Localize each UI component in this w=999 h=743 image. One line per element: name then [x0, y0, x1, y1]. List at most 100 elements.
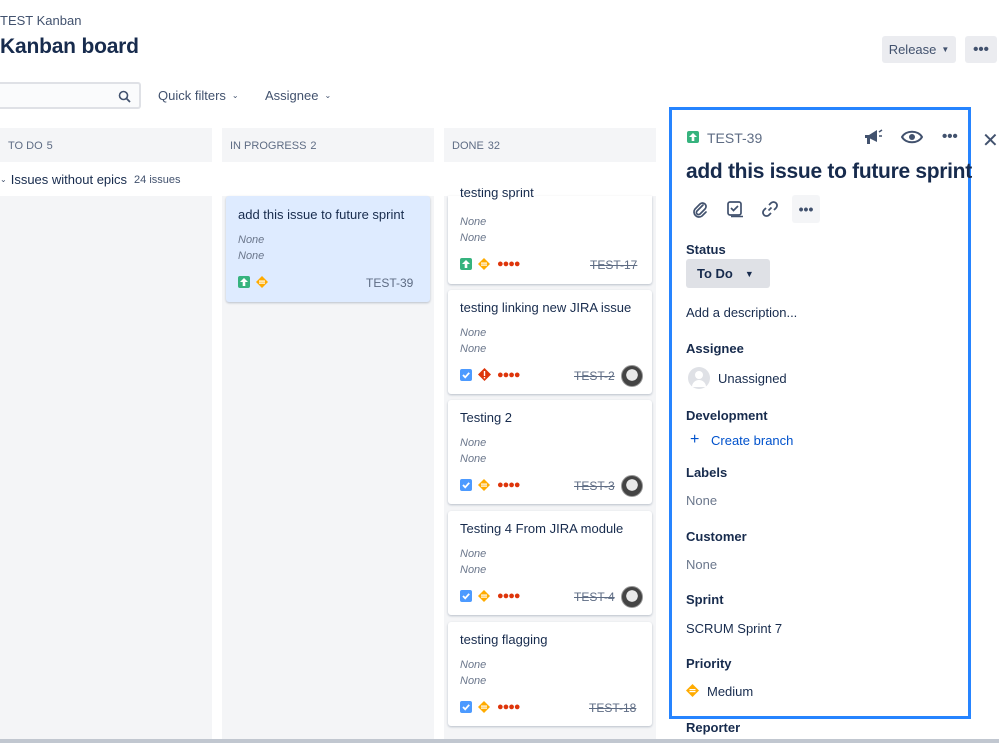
card-field: None	[460, 327, 487, 339]
estimate-dots: ●●●●	[497, 479, 521, 491]
card-key[interactable]: TEST-2	[574, 369, 615, 383]
bottom-status-strip	[0, 739, 999, 743]
subtask-icon	[727, 201, 743, 218]
avatar	[621, 586, 643, 608]
plus-icon: +	[690, 431, 700, 448]
estimate-dots: ●●●●	[497, 590, 521, 602]
card-key[interactable]: TEST-18	[589, 701, 636, 715]
card-field: None	[238, 234, 265, 246]
card-key[interactable]: TEST-4	[574, 590, 615, 604]
customer-value[interactable]: None	[686, 557, 717, 572]
chevron-down-icon: ▼	[941, 45, 950, 54]
status-label: Status	[686, 242, 726, 257]
card-title: Testing 4 From JIRA module	[460, 521, 624, 536]
development-label: Development	[686, 408, 768, 423]
quick-filters-label: Quick filters	[158, 88, 226, 103]
priority-medium-icon	[478, 701, 490, 713]
card-key[interactable]: TEST-3	[574, 479, 615, 493]
card-test-4[interactable]: Testing 4 From JIRA module None None ●●●…	[448, 511, 652, 615]
more-icon: •••	[798, 201, 814, 217]
task-icon	[460, 369, 472, 381]
card-key[interactable]: TEST-39	[366, 276, 413, 290]
column-name: IN PROGRESS	[230, 140, 307, 152]
card-test-39[interactable]: add this issue to future sprint None Non…	[226, 196, 430, 302]
card-field: None	[460, 232, 487, 244]
priority-label: Priority	[686, 656, 732, 671]
release-button[interactable]: Release ▼	[882, 36, 956, 63]
card-field: None	[460, 564, 487, 576]
quick-filters-dropdown[interactable]: Quick filters ⌄	[158, 88, 239, 103]
card-title: add this issue to future sprint	[238, 207, 405, 222]
search-input[interactable]	[0, 82, 141, 109]
watch-eye-icon[interactable]	[901, 129, 923, 145]
issue-key-link[interactable]: TEST-39	[707, 130, 762, 146]
more-icon: •••	[973, 41, 989, 58]
column-header-done: DONE 32	[444, 128, 656, 162]
card-test-17[interactable]: testing sprint None None ●●●● TEST-17	[448, 188, 652, 284]
assignee-label: Assignee	[686, 341, 744, 356]
estimate-dots: ●●●●	[497, 701, 521, 713]
task-icon	[460, 701, 472, 713]
more-tools-button[interactable]: •••	[792, 195, 820, 223]
add-subtask-button[interactable]	[721, 195, 749, 223]
feedback-megaphone-icon[interactable]	[863, 128, 883, 146]
card-title-clip: testing sprint	[460, 188, 534, 202]
column-name: TO DO	[8, 140, 43, 152]
chevron-down-icon: ⌄	[0, 175, 7, 184]
create-branch-link[interactable]: Create branch	[711, 433, 793, 448]
task-icon	[460, 479, 472, 491]
attach-button[interactable]	[686, 195, 714, 223]
priority-medium-icon	[478, 479, 490, 491]
card-test-18[interactable]: testing flagging None None ●●●● TEST-18	[448, 622, 652, 726]
column-header-todo: TO DO 5	[0, 128, 212, 162]
column-header-in-progress: IN PROGRESS 2	[222, 128, 434, 162]
estimate-dots: ●●●●	[497, 369, 521, 381]
column-count: 5	[46, 140, 53, 152]
column-count: 32	[487, 140, 501, 152]
more-actions-icon[interactable]: •••	[942, 128, 958, 145]
issue-title[interactable]: add this issue to future sprint	[686, 160, 972, 184]
card-key[interactable]: TEST-17	[590, 258, 637, 272]
story-icon	[460, 258, 472, 270]
card-field: None	[460, 437, 487, 449]
estimate-dots: ●●●●	[497, 258, 521, 270]
column-count: 2	[310, 140, 317, 152]
story-icon	[238, 276, 250, 288]
assignee-value[interactable]: Unassigned	[718, 371, 787, 386]
swimlane-count: 24 issues	[134, 173, 181, 186]
chevron-down-icon: ▼	[744, 268, 754, 279]
close-icon[interactable]: ✕	[982, 128, 999, 153]
customer-label: Customer	[686, 529, 747, 544]
card-test-3[interactable]: Testing 2 None None ●●●● TEST-3	[448, 400, 652, 504]
sprint-value[interactable]: SCRUM Sprint 7	[686, 621, 782, 636]
assignee-filter-label: Assignee	[265, 88, 319, 103]
card-field: None	[460, 343, 487, 355]
priority-value[interactable]: Medium	[707, 684, 753, 699]
search-icon	[118, 90, 131, 103]
breadcrumb[interactable]: TEST Kanban	[0, 13, 81, 28]
column-name: DONE	[452, 140, 484, 152]
card-field: None	[460, 453, 487, 465]
swimlane-header[interactable]: ⌄ Issues without epics 24 issues	[0, 172, 181, 187]
priority-medium-icon	[256, 276, 268, 288]
status-dropdown[interactable]: To Do ▼	[686, 259, 770, 288]
paperclip-icon	[693, 202, 707, 218]
avatar	[621, 365, 643, 387]
page-title: Kanban board	[0, 35, 139, 58]
card-title: testing flagging	[460, 632, 548, 647]
labels-label: Labels	[686, 465, 728, 480]
description-field[interactable]: Add a description...	[686, 305, 797, 320]
priority-medium-icon	[478, 590, 490, 602]
story-icon	[687, 131, 699, 143]
link-icon	[762, 201, 778, 217]
card-title: testing linking new JIRA issue	[460, 300, 632, 315]
link-issue-button[interactable]	[756, 195, 784, 223]
more-actions-button[interactable]: •••	[965, 36, 997, 63]
avatar	[621, 475, 643, 497]
card-field: None	[460, 659, 487, 671]
status-value: To Do	[697, 266, 733, 281]
labels-value[interactable]: None	[686, 493, 717, 508]
assignee-filter-dropdown[interactable]: Assignee ⌄	[265, 88, 331, 103]
card-test-2[interactable]: testing linking new JIRA issue None None…	[448, 290, 652, 394]
card-title: Testing 2	[460, 410, 513, 425]
